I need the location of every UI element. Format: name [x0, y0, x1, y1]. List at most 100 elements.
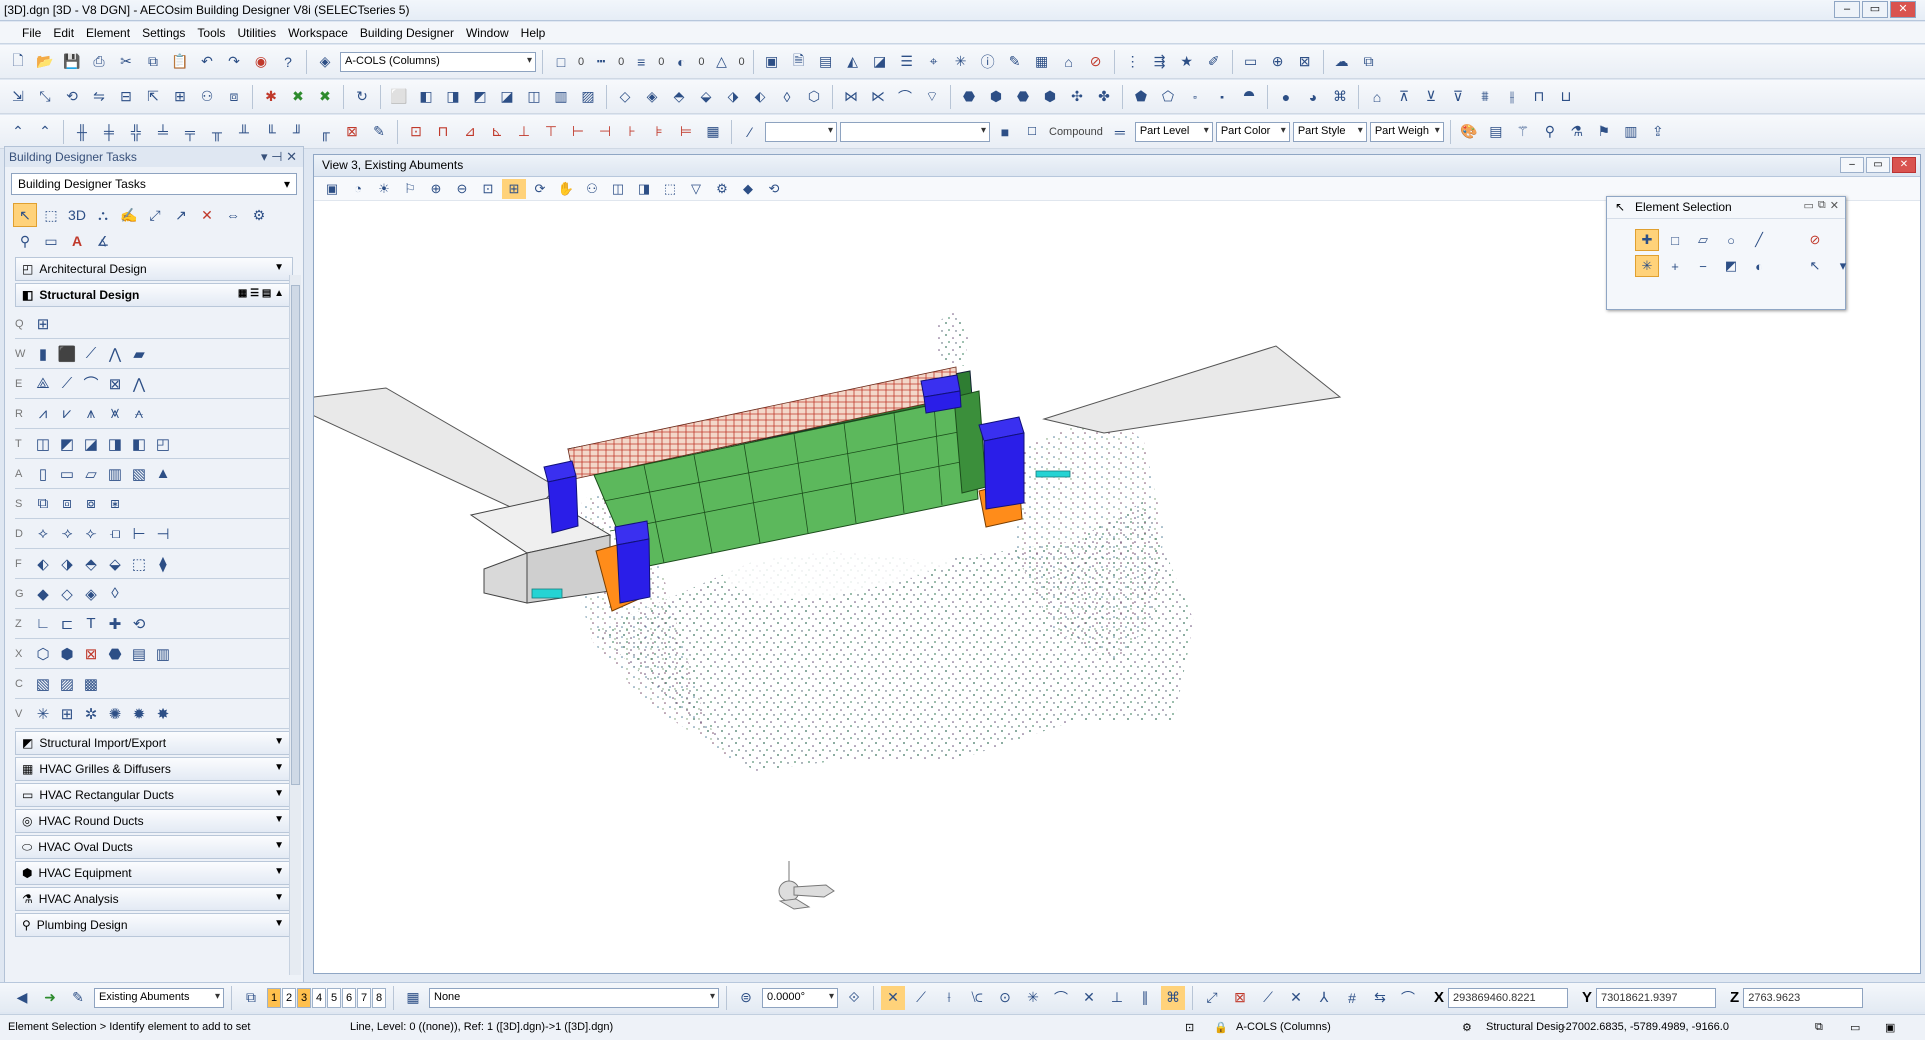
measure-icon[interactable]: ⌖: [922, 50, 946, 74]
channel-section-icon[interactable]: ⊏: [55, 612, 79, 636]
conn-a-icon[interactable]: ⧉: [31, 492, 55, 516]
solid-e-icon[interactable]: ◫: [522, 85, 546, 109]
delete-icon[interactable]: ⊘: [1084, 50, 1108, 74]
priority-value[interactable]: 0: [737, 56, 747, 68]
lock-icon[interactable]: 🔒: [1214, 1021, 1228, 1034]
surface-f-icon[interactable]: ⬖: [748, 85, 772, 109]
sphere2-icon[interactable]: ◕: [1301, 85, 1325, 109]
menu-edit[interactable]: Edit: [47, 22, 80, 40]
snap-b-icon[interactable]: ⟊: [937, 986, 961, 1010]
stack-icon[interactable]: ☰: [895, 50, 919, 74]
dim-i-icon[interactable]: ⊦: [620, 120, 644, 144]
dimension-style-combo[interactable]: [840, 121, 990, 142]
update-view-icon[interactable]: ⚐: [398, 179, 422, 199]
tee-section-icon[interactable]: T: [79, 612, 103, 636]
surface-g-icon[interactable]: ◊: [775, 85, 799, 109]
grid-edit-icon[interactable]: ✎: [367, 120, 391, 144]
dialog-close-icon[interactable]: ✕: [1830, 199, 1839, 212]
network-icon[interactable]: ⌘: [1328, 85, 1352, 109]
brush-icon[interactable]: ✎: [66, 986, 90, 1010]
dim-h-icon[interactable]: ⊣: [593, 120, 617, 144]
color-value[interactable]: 0: [576, 56, 586, 68]
dim-d-icon[interactable]: ⊾: [485, 120, 509, 144]
redo-icon[interactable]: ↷: [222, 50, 246, 74]
report-b-icon[interactable]: ▨: [55, 672, 79, 696]
view-toggle-icon[interactable]: ⟲: [762, 179, 786, 199]
rotate-view-icon[interactable]: ⟳: [528, 179, 552, 199]
modify-e-icon[interactable]: ⊢: [127, 522, 151, 546]
minimize-button[interactable]: –: [1834, 1, 1860, 18]
view-e-icon[interactable]: ✹: [127, 702, 151, 726]
snap-near-icon[interactable]: ⤢: [1200, 986, 1224, 1010]
member-d-icon[interactable]: ◨: [103, 432, 127, 456]
view-c-icon[interactable]: ✲: [79, 702, 103, 726]
undo-icon[interactable]: ↶: [195, 50, 219, 74]
snap-midpoint-icon[interactable]: ⟋: [1256, 986, 1280, 1010]
footing-c-icon[interactable]: ⬘: [79, 552, 103, 576]
snap-center-icon[interactable]: ⊙: [993, 986, 1017, 1010]
remove-icon[interactable]: ⊠: [1293, 50, 1317, 74]
view-button-6[interactable]: 6: [342, 987, 356, 1008]
individual-select-icon[interactable]: ✚: [1635, 229, 1659, 251]
status-tool-b-icon[interactable]: ▭: [1850, 1021, 1860, 1034]
group-icon[interactable]: ⧈: [222, 85, 246, 109]
group-hvac-grilles[interactable]: ▦ HVAC Grilles & Diffusers ▼: [15, 757, 293, 781]
modify-a-icon[interactable]: ⟡: [31, 522, 55, 546]
group-hvac-round-ducts[interactable]: ◎ HVAC Round Ducts ▼: [15, 809, 293, 833]
subtract-mode-icon[interactable]: −: [1691, 255, 1715, 277]
wand-a-icon[interactable]: ⚚: [1511, 120, 1535, 144]
menu-workspace[interactable]: Workspace: [282, 22, 354, 40]
group-hvac-rect-ducts[interactable]: ▭ HVAC Rectangular Ducts ▼: [15, 783, 293, 807]
status-structural[interactable]: Structural Desig: [1486, 1021, 1564, 1033]
view-attributes-icon[interactable]: ▣: [320, 179, 344, 199]
solid-x-a-icon[interactable]: ⬡: [31, 642, 55, 666]
snap-point-icon[interactable]: ⅄: [1312, 986, 1336, 1010]
help-icon[interactable]: ?: [276, 50, 300, 74]
dialog-restore-icon[interactable]: ⧉: [1818, 199, 1826, 212]
delete-element-icon[interactable]: ✕: [195, 203, 219, 227]
y-coordinate-field[interactable]: 73018621.9397: [1596, 987, 1717, 1008]
mesh-f-icon[interactable]: ✤: [1092, 85, 1116, 109]
array-icon[interactable]: ⋮: [1121, 50, 1145, 74]
view-button-8[interactable]: 8: [372, 987, 386, 1008]
conn-d-icon[interactable]: ⧆: [103, 492, 127, 516]
rendering-icon[interactable]: ◆: [736, 179, 760, 199]
tasks-scrollbar[interactable]: [289, 275, 301, 975]
status-tool-c-icon[interactable]: ▣: [1885, 1021, 1895, 1034]
save-icon[interactable]: 💾: [60, 50, 84, 74]
grid-j-icon[interactable]: ╓: [313, 120, 337, 144]
analyze-icon[interactable]: ⚙: [247, 203, 271, 227]
scale-icon[interactable]: ⤡: [33, 85, 57, 109]
wall-a-icon[interactable]: ◆: [31, 582, 55, 606]
lighting-icon[interactable]: ☀: [372, 179, 396, 199]
wand-b-icon[interactable]: ⚲: [1538, 120, 1562, 144]
wall-b-icon[interactable]: ◇: [55, 582, 79, 606]
wall-c-icon[interactable]: ◈: [79, 582, 103, 606]
table-icon[interactable]: ▤: [1484, 120, 1508, 144]
snap-arc-icon[interactable]: ⌒: [1396, 986, 1420, 1010]
maximize-button[interactable]: ▭: [1862, 1, 1888, 18]
member-c-icon[interactable]: ◪: [79, 432, 103, 456]
part-style-combo[interactable]: Part Style: [1292, 121, 1367, 142]
truss-e-icon[interactable]: ⩜: [127, 402, 151, 426]
close-button[interactable]: ✕: [1890, 1, 1916, 18]
report-c-icon[interactable]: ▩: [79, 672, 103, 696]
eyedropper-icon[interactable]: ⁄: [738, 120, 762, 144]
menu-tools[interactable]: Tools: [191, 22, 231, 40]
pan-view-icon[interactable]: ✋: [554, 179, 578, 199]
copy-parallel-icon[interactable]: ⇶: [1148, 50, 1172, 74]
terrain-icon[interactable]: ◭: [841, 50, 865, 74]
move-icon[interactable]: ⇲: [6, 85, 30, 109]
sheet-icon[interactable]: ▭: [1239, 50, 1263, 74]
rail-icon[interactable]: ⫲: [1500, 85, 1524, 109]
truss-icon[interactable]: ⋀: [103, 342, 127, 366]
solid-x-b-icon[interactable]: ⬢: [55, 642, 79, 666]
grid-i-icon[interactable]: ╜: [286, 120, 310, 144]
dim-k-icon[interactable]: ⊨: [674, 120, 698, 144]
print-icon[interactable]: ⎙: [87, 50, 111, 74]
tasks-combo[interactable]: Building Designer Tasks: [11, 173, 297, 195]
view-perspective-icon[interactable]: ⬚: [658, 179, 682, 199]
rebar-icon[interactable]: ↗: [169, 203, 193, 227]
solid-g-icon[interactable]: ▨: [576, 85, 600, 109]
conn-c-icon[interactable]: ⧇: [79, 492, 103, 516]
